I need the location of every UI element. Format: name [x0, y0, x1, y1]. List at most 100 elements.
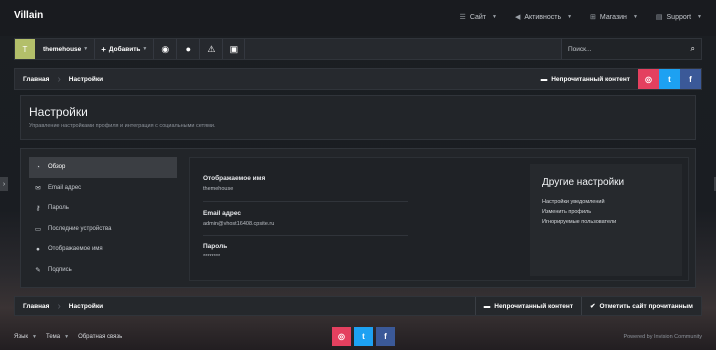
- search-input[interactable]: [568, 45, 691, 53]
- email-field[interactable]: Email адрес admin@vhost16408.cpsite.ru: [203, 210, 408, 227]
- breadcrumb: Главная › Настройки ▬ Непрочитанный конт…: [14, 68, 702, 90]
- caret-down-icon: ▼: [632, 14, 638, 20]
- add-button[interactable]: + Добавить ▼: [94, 39, 153, 59]
- site-logo[interactable]: Villain: [14, 10, 43, 21]
- divider: [203, 201, 408, 202]
- mark-site-read-button[interactable]: ✔ Отметить сайт прочитанным: [581, 297, 701, 315]
- key-icon: ⚷: [35, 205, 41, 213]
- sidebar-item-label: Обзор: [48, 164, 66, 171]
- sidebar-item-overview[interactable]: ◔ Обзор: [29, 157, 177, 178]
- other-settings-title: Другие настройки: [542, 177, 625, 188]
- topnav-item-support[interactable]: ▤ Support ▼: [655, 13, 702, 22]
- avatar[interactable]: T: [15, 39, 35, 59]
- globe-icon: ◉: [161, 43, 170, 54]
- facebook-icon[interactable]: f: [376, 327, 395, 346]
- unread-content-button[interactable]: ▬ Непрочитанный контент: [533, 69, 638, 89]
- mark-read-label: Отметить сайт прочитанным: [599, 302, 693, 310]
- sidebar-item-label: Подпись: [48, 266, 72, 273]
- caret-down-icon: ▼: [697, 14, 702, 20]
- divider: [203, 235, 408, 236]
- envelope-icon: ✉: [35, 184, 41, 192]
- overview-panel: Отображаемое имя themehouse Email адрес …: [189, 157, 689, 281]
- twitter-icon[interactable]: t: [354, 327, 373, 346]
- unread-content-button[interactable]: ▬ Непрочитанный контент: [474, 297, 581, 315]
- footer-links: Язык ▼ Тема ▼ Обратная связь: [14, 334, 122, 340]
- breadcrumb-home[interactable]: Главная: [15, 76, 57, 83]
- other-settings-box: Другие настройки Настройки уведомлений И…: [530, 164, 682, 276]
- sidebar-item-signature[interactable]: ✎ Подпись: [29, 260, 177, 281]
- breadcrumb-settings[interactable]: Настройки: [61, 76, 111, 83]
- page-header: Настройки Управление настройками профиля…: [20, 95, 696, 140]
- sidebar-item-email[interactable]: ✉ Email адрес: [29, 178, 177, 199]
- breadcrumb-home[interactable]: Главная: [15, 303, 57, 310]
- folder-icon: ▬: [540, 75, 548, 83]
- search-icon[interactable]: ⌕: [691, 44, 695, 54]
- feedback-link[interactable]: Обратная связь: [78, 334, 122, 340]
- settings-sidebar: ◔ Обзор ✉ Email адрес ⚷ Пароль ▭ Последн…: [29, 157, 177, 280]
- twitter-icon[interactable]: t: [659, 69, 680, 89]
- link-edit-profile[interactable]: Изменить профиль: [542, 209, 591, 215]
- instagram-icon[interactable]: ◎: [332, 327, 351, 346]
- sidebar-item-label: Последние устройства: [48, 225, 112, 232]
- messages-button[interactable]: ●: [176, 39, 199, 59]
- megaphone-icon: ◀: [514, 14, 521, 21]
- topnav-item-activity[interactable]: ◀ Активность ▼: [514, 13, 573, 22]
- caret-down-icon: ▼: [32, 334, 37, 340]
- theme-selector[interactable]: Тема ▼: [46, 334, 69, 340]
- page-title: Настройки: [29, 105, 88, 119]
- sidebar-item-password[interactable]: ⚷ Пароль: [29, 198, 177, 219]
- field-label: Пароль: [203, 243, 228, 250]
- breadcrumb-settings[interactable]: Настройки: [61, 303, 111, 310]
- top-bar: Villain ☰ Сайт ▼ ◀ Активность ▼ ⊞ Магази…: [0, 0, 716, 36]
- caret-down-icon: ▼: [142, 46, 148, 52]
- password-field[interactable]: Пароль ********: [203, 243, 408, 260]
- dashboard-icon: ◔: [36, 163, 40, 171]
- footer-social: ◎ t f: [332, 327, 395, 346]
- footer-link-label: Тема: [45, 334, 61, 340]
- sidebar-item-devices[interactable]: ▭ Последние устройства: [29, 219, 177, 240]
- cart-icon: ⊞: [590, 14, 596, 21]
- gallery-button[interactable]: ▣: [222, 39, 246, 59]
- alerts-button[interactable]: ⚠: [199, 39, 222, 59]
- field-label: Отображаемое имя: [203, 175, 266, 182]
- unread-label: Непрочитанный контент: [551, 75, 630, 83]
- checkmark-icon: ✔: [590, 303, 596, 310]
- page-description: Управление настройками профиля и интегра…: [29, 123, 216, 129]
- search-box: ⌕: [561, 39, 701, 59]
- field-value: themehouse: [203, 186, 234, 192]
- image-icon: ▣: [229, 43, 239, 54]
- globe-button[interactable]: ◉: [153, 39, 176, 59]
- caret-down-icon: ▼: [83, 46, 89, 52]
- pencil-icon: ✎: [35, 266, 41, 274]
- topnav-label: Support: [666, 13, 692, 21]
- link-ignored-users[interactable]: Игнорируемые пользователи: [542, 219, 616, 225]
- unread-label: Непрочитанный контент: [494, 302, 574, 310]
- caret-down-icon: ▼: [567, 14, 573, 20]
- footer-link-label: Язык: [14, 334, 29, 340]
- topnav-label: Магазин: [599, 13, 627, 21]
- display-name-field[interactable]: Отображаемое имя themehouse: [203, 175, 408, 192]
- field-value: admin@vhost16408.cpsite.ru: [203, 221, 275, 227]
- topnav-item-store[interactable]: ⊞ Магазин ▼: [590, 13, 638, 22]
- sidebar-item-label: Email адрес: [48, 184, 82, 191]
- instagram-icon[interactable]: ◎: [638, 69, 659, 89]
- link-notification-settings[interactable]: Настройки уведомлений: [542, 199, 605, 205]
- laptop-icon: ▭: [34, 225, 42, 233]
- field-value: ********: [203, 254, 221, 260]
- language-selector[interactable]: Язык ▼: [14, 334, 37, 340]
- document-icon: ▤: [655, 14, 663, 21]
- add-label: Добавить: [108, 45, 141, 53]
- bottom-breadcrumb: Главная › Настройки ▬ Непрочитанный конт…: [14, 296, 702, 316]
- folder-icon: ▬: [483, 302, 491, 310]
- facebook-icon[interactable]: f: [680, 69, 701, 89]
- top-nav: ☰ Сайт ▼ ◀ Активность ▼ ⊞ Магазин ▼ ▤ Su…: [459, 13, 702, 22]
- topnav-item-site[interactable]: ☰ Сайт ▼: [459, 13, 497, 22]
- username-label: themehouse: [43, 45, 82, 53]
- powered-by[interactable]: Powered by Invision Community: [623, 334, 702, 340]
- user-menu-button[interactable]: themehouse ▼: [35, 39, 94, 59]
- warning-icon: ⚠: [207, 43, 216, 54]
- plus-icon: +: [101, 44, 106, 54]
- sidebar-item-display-name[interactable]: ● Отображаемое имя: [29, 239, 177, 260]
- list-icon: ☰: [459, 14, 466, 21]
- chevron-right-icon[interactable]: ›: [0, 177, 8, 191]
